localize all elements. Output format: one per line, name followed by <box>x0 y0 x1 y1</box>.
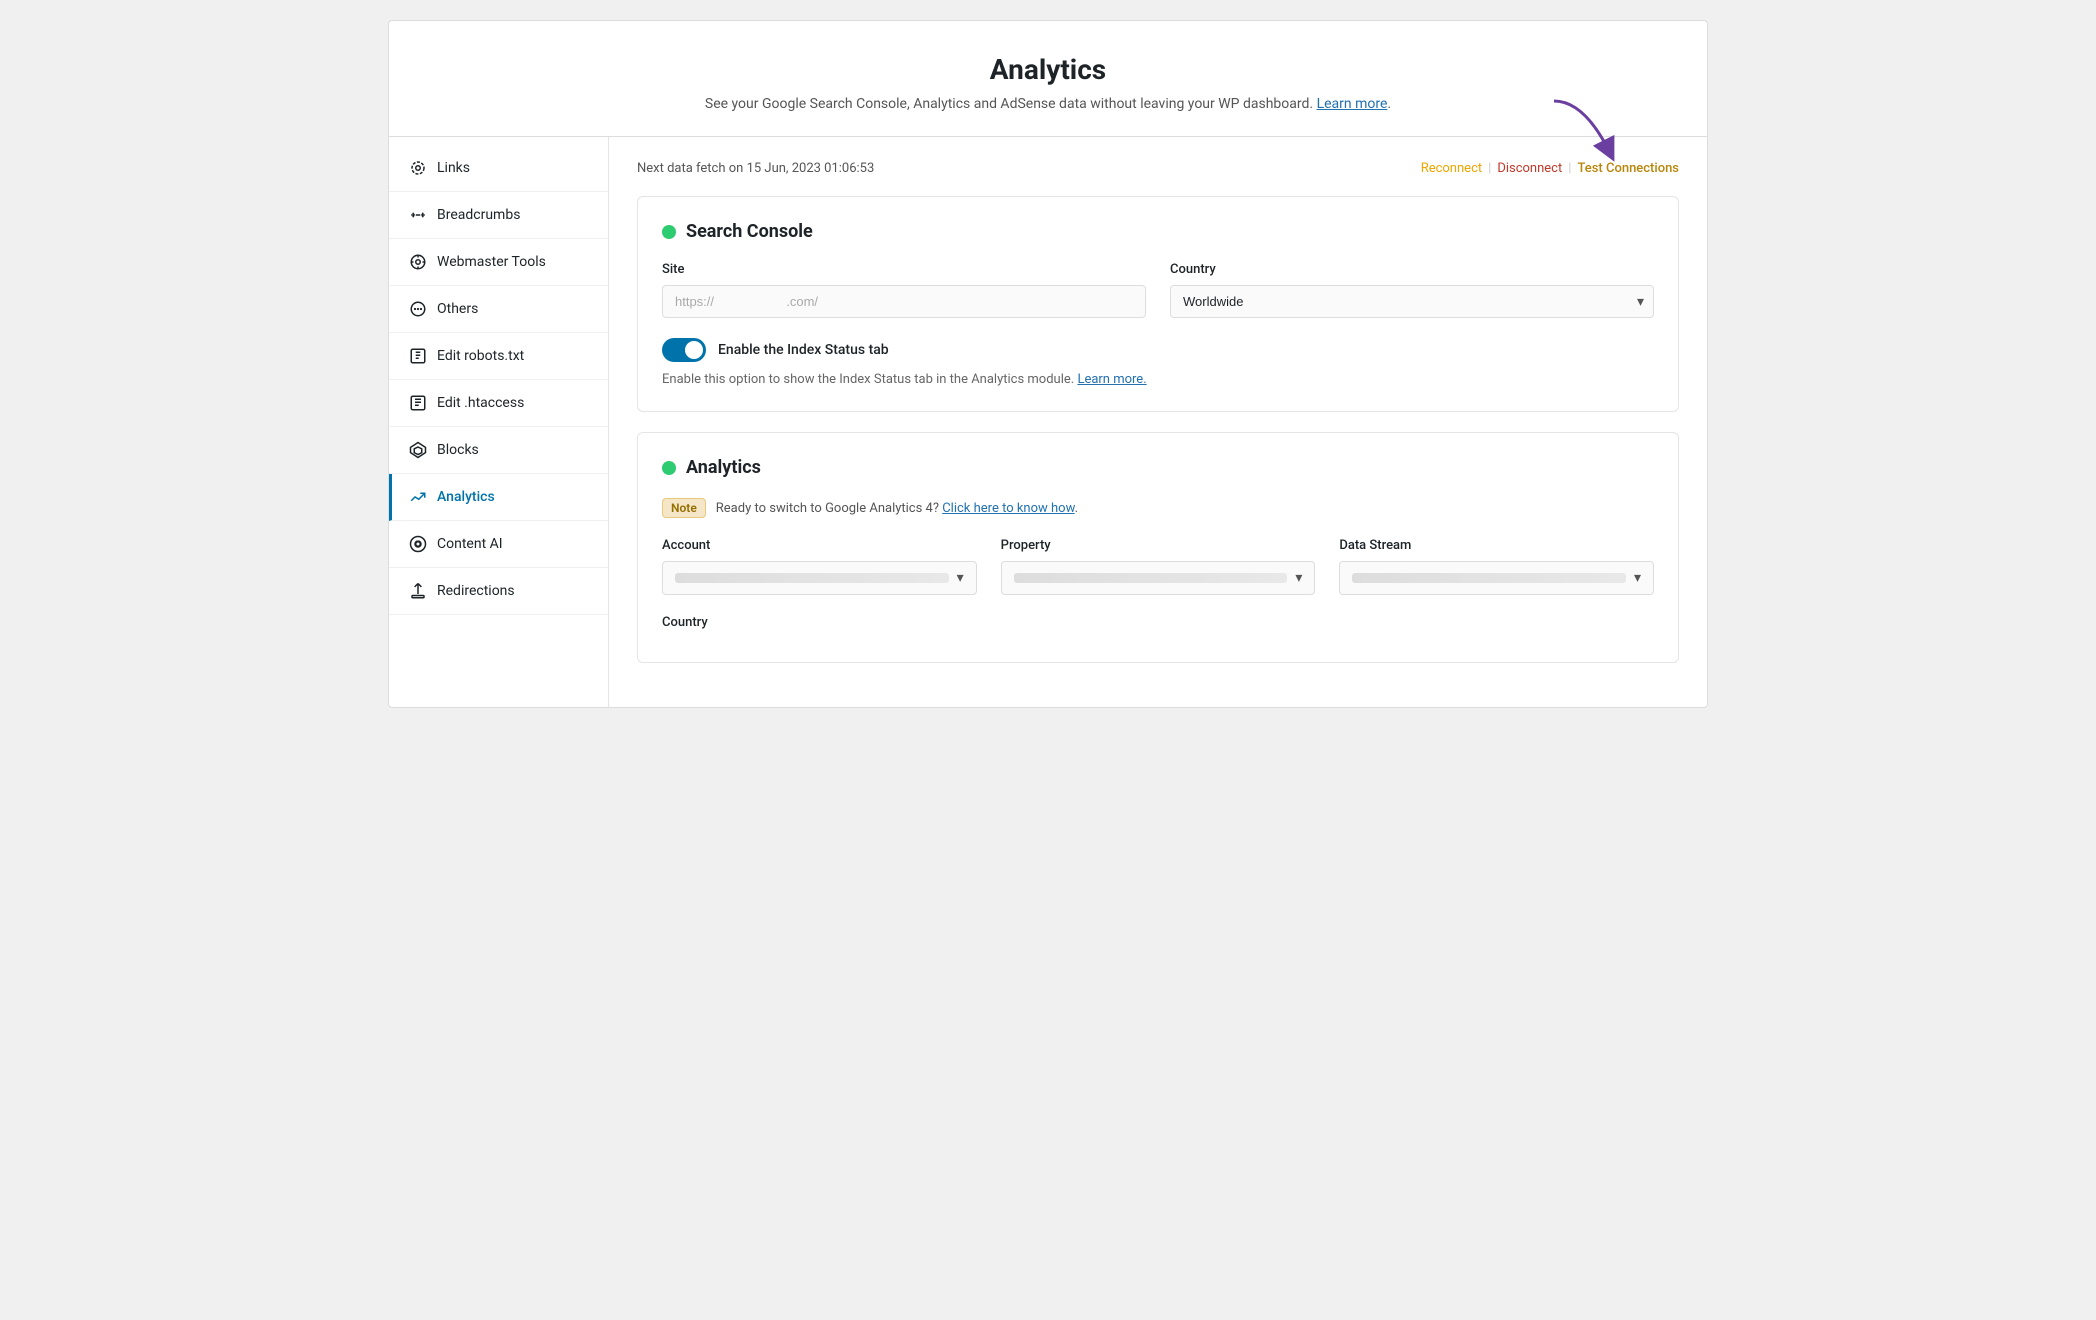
analytics-top-row: Account ▾ Property ▾ D <box>662 538 1654 595</box>
toggle-learn-more-link[interactable]: Learn more. <box>1077 372 1146 387</box>
action-links: Reconnect | Disconnect | Test Connection… <box>1421 161 1679 176</box>
index-status-toggle[interactable] <box>662 338 706 362</box>
property-label: Property <box>1001 538 1316 553</box>
blocks-icon <box>409 441 427 459</box>
property-dropdown[interactable]: ▾ <box>1001 561 1316 595</box>
site-field-group: Site <box>662 262 1146 318</box>
search-console-card: Search Console Site Country Worldwide <box>637 196 1679 412</box>
site-input[interactable] <box>662 285 1146 318</box>
page-subtitle: See your Google Search Console, Analytic… <box>409 96 1687 112</box>
sidebar-item-edit-robots[interactable]: Edit robots.txt <box>389 333 608 380</box>
property-field-group: Property ▾ <box>1001 538 1316 595</box>
note-link[interactable]: Click here to know how <box>942 501 1074 516</box>
reconnect-link[interactable]: Reconnect <box>1421 161 1482 176</box>
arrow-annotation <box>1544 96 1624 166</box>
robots-icon <box>409 347 427 365</box>
htaccess-icon <box>409 394 427 412</box>
analytics-header: Analytics <box>662 457 1654 478</box>
note-row: Note Ready to switch to Google Analytics… <box>662 498 1654 518</box>
sidebar-item-content-ai[interactable]: Content AI <box>389 521 608 568</box>
sidebar-item-breadcrumbs[interactable]: Breadcrumbs <box>389 192 608 239</box>
content-area: Next data fetch on 15 Jun, 2023 01:06:53… <box>609 137 1707 707</box>
top-bar: Next data fetch on 15 Jun, 2023 01:06:53… <box>637 161 1679 176</box>
learn-more-link[interactable]: Learn more <box>1317 96 1388 112</box>
search-console-status-dot <box>662 225 676 239</box>
account-field-group: Account ▾ <box>662 538 977 595</box>
sidebar-item-others[interactable]: Others <box>389 286 608 333</box>
links-icon <box>409 159 427 177</box>
search-console-form-row: Site Country Worldwide <box>662 262 1654 318</box>
page-header: Analytics See your Google Search Console… <box>388 20 1708 136</box>
toggle-description: Enable this option to show the Index Sta… <box>662 372 1654 387</box>
analytics-country-group: Country <box>662 615 942 630</box>
redirections-icon <box>409 582 427 600</box>
data-stream-field-group: Data Stream ▾ <box>1339 538 1654 595</box>
disconnect-link[interactable]: Disconnect <box>1497 161 1562 176</box>
analytics-icon <box>409 488 427 506</box>
sidebar-item-links[interactable]: Links <box>389 145 608 192</box>
analytics-status-dot <box>662 461 676 475</box>
content-ai-icon <box>409 535 427 553</box>
data-stream-label: Data Stream <box>1339 538 1654 553</box>
sidebar-item-redirections[interactable]: Redirections <box>389 568 608 615</box>
sidebar-item-edit-htaccess[interactable]: Edit .htaccess <box>389 380 608 427</box>
fetch-text: Next data fetch on 15 Jun, 2023 01:06:53 <box>637 161 874 176</box>
search-console-title: Search Console <box>686 221 813 242</box>
toggle-row: Enable the Index Status tab <box>662 338 1654 362</box>
account-dropdown[interactable]: ▾ <box>662 561 977 595</box>
analytics-country-label: Country <box>662 615 942 630</box>
country-select[interactable]: Worldwide <box>1170 285 1654 318</box>
country-label: Country <box>1170 262 1654 277</box>
page-title: Analytics <box>409 53 1687 86</box>
breadcrumbs-icon <box>409 206 427 224</box>
webmaster-tools-icon <box>409 253 427 271</box>
main-layout: Links Breadcrumbs Webmaster Tools <box>388 136 1708 708</box>
sidebar-item-analytics[interactable]: Analytics <box>389 474 608 521</box>
sidebar-item-blocks[interactable]: Blocks <box>389 427 608 474</box>
note-text: Ready to switch to Google Analytics 4? C… <box>716 501 1078 516</box>
search-console-header: Search Console <box>662 221 1654 242</box>
analytics-section-title: Analytics <box>686 457 761 478</box>
sidebar-item-webmaster-tools[interactable]: Webmaster Tools <box>389 239 608 286</box>
toggle-slider <box>662 338 706 362</box>
country-select-wrapper: Worldwide <box>1170 285 1654 318</box>
test-connections-link[interactable]: Test Connections <box>1577 161 1679 176</box>
analytics-card: Analytics Note Ready to switch to Google… <box>637 432 1679 663</box>
sidebar: Links Breadcrumbs Webmaster Tools <box>389 137 609 707</box>
others-icon <box>409 300 427 318</box>
note-badge: Note <box>662 498 706 518</box>
data-stream-dropdown[interactable]: ▾ <box>1339 561 1654 595</box>
toggle-label: Enable the Index Status tab <box>718 342 889 358</box>
country-field-group: Country Worldwide <box>1170 262 1654 318</box>
account-label: Account <box>662 538 977 553</box>
site-label: Site <box>662 262 1146 277</box>
